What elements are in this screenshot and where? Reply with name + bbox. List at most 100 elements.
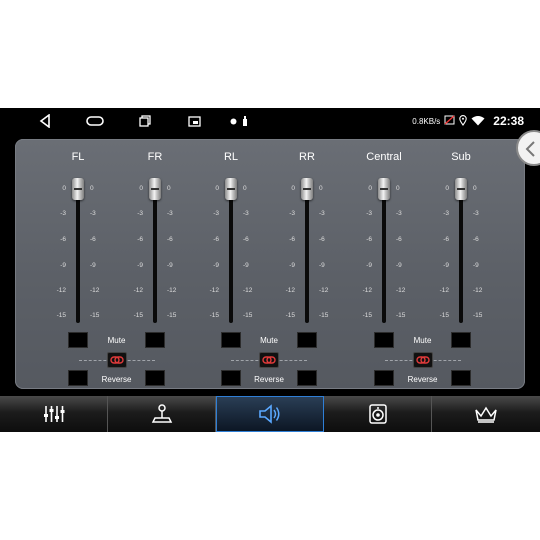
tab-equalizer[interactable] [0, 396, 108, 432]
fader-track[interactable] [305, 181, 309, 323]
scale-tick-right: -9 [473, 262, 479, 269]
scale-tick-right: -12 [473, 287, 483, 294]
scale-tick-left: -15 [209, 312, 219, 319]
tab-premium[interactable] [432, 396, 540, 432]
link-channels-button[interactable] [412, 352, 433, 368]
scale-tick-right: -6 [473, 236, 479, 243]
fader-track[interactable] [153, 181, 157, 323]
scale-tick-left: 0 [139, 185, 143, 192]
head-unit-screen: 0.8KB/s 22:38 FL 0 0 -3 -3 -6 -6 -9 -9 -12 -12 -15 -… [0, 108, 540, 432]
scale-tick-left: -12 [209, 287, 219, 294]
scale-tick-right: -9 [243, 262, 249, 269]
scale-tick-left: -6 [443, 236, 449, 243]
wifi-icon [471, 115, 485, 128]
channel-label: Central [366, 151, 402, 163]
back-icon[interactable] [38, 113, 52, 129]
subwoofer-icon [368, 404, 387, 424]
fader-track[interactable] [76, 181, 80, 323]
scale-tick-right: -3 [319, 210, 325, 217]
mute-label: Mute [413, 336, 432, 345]
scale-tick-left: -6 [213, 236, 219, 243]
reverse-toggle[interactable] [297, 370, 317, 386]
link-channels-button[interactable] [259, 352, 279, 368]
fader-knob[interactable] [225, 178, 237, 200]
joystick-balance-icon [151, 404, 172, 423]
home-icon[interactable] [85, 113, 105, 129]
recents-icon[interactable] [138, 113, 152, 129]
scale-tick-left: 0 [445, 185, 449, 192]
scale-tick-right: -3 [473, 210, 479, 217]
reverse-toggle[interactable] [145, 370, 165, 386]
mute-toggle[interactable] [221, 332, 241, 348]
scale-tick-left: -12 [285, 287, 295, 294]
scale-tick-left: -3 [137, 210, 143, 217]
scale-tick-right: 0 [396, 185, 400, 192]
crown-icon [475, 406, 497, 423]
scale-tick-left: -3 [443, 210, 449, 217]
scale-tick-right: -3 [396, 210, 402, 217]
mute-toggle[interactable] [68, 332, 88, 348]
scale-tick-right: -15 [396, 312, 406, 319]
scale-tick-right: -12 [167, 287, 177, 294]
reverse-toggle[interactable] [374, 370, 394, 386]
scale-tick-left: -12 [133, 287, 143, 294]
fader-knob[interactable] [455, 178, 467, 200]
mute-toggle[interactable] [145, 332, 165, 348]
scale-tick-right: -6 [243, 236, 249, 243]
scale-tick-left: -9 [366, 262, 372, 269]
scale-tick-left: -15 [133, 312, 143, 319]
scale-tick-left: -3 [289, 210, 295, 217]
notification-dot-icon [229, 113, 237, 129]
scale-tick-left: -15 [56, 312, 66, 319]
fader-knob[interactable] [301, 178, 313, 200]
mute-toggle[interactable] [451, 332, 471, 348]
scale-tick-left: -9 [60, 262, 66, 269]
scale-tick-right: -15 [167, 312, 177, 319]
scale-tick-right: -12 [90, 287, 100, 294]
scale-tick-left: -6 [137, 236, 143, 243]
scale-tick-left: -12 [439, 287, 449, 294]
link-channels-button[interactable] [106, 352, 127, 368]
fader-knob[interactable] [72, 178, 84, 200]
screen-mirror-icon[interactable] [187, 113, 201, 129]
scale-tick-right: -6 [396, 236, 402, 243]
scale-tick-left: -9 [213, 262, 219, 269]
scale-tick-right: -12 [396, 287, 406, 294]
reverse-toggle[interactable] [451, 370, 471, 386]
channel-label: FL [71, 151, 85, 163]
channel-label: RR [299, 151, 315, 163]
status-indicators: 0.8KB/s 22:38 [412, 108, 524, 134]
fader-knob[interactable] [378, 178, 390, 200]
link-icon [109, 356, 124, 364]
fader-knob[interactable] [149, 178, 161, 200]
scale-tick-right: 0 [319, 185, 323, 192]
scale-tick-left: -12 [362, 287, 372, 294]
scale-tick-right: 0 [167, 185, 171, 192]
scale-tick-left: -6 [60, 236, 66, 243]
fader-track[interactable] [382, 181, 386, 323]
scale-tick-right: 0 [90, 185, 94, 192]
fader-track[interactable] [229, 181, 233, 323]
scale-tick-right: -9 [319, 262, 325, 269]
fader-track[interactable] [459, 181, 463, 323]
scale-tick-left: -3 [60, 210, 66, 217]
status-bar: 0.8KB/s 22:38 [0, 108, 540, 134]
scale-tick-right: -6 [90, 236, 96, 243]
bottom-tab-bar [0, 396, 540, 432]
tab-speaker-levels[interactable] [216, 396, 324, 432]
tab-balance[interactable] [108, 396, 216, 432]
scale-tick-left: -9 [137, 262, 143, 269]
scale-tick-right: 0 [473, 185, 477, 192]
scale-tick-right: 0 [243, 185, 247, 192]
mute-toggle[interactable] [374, 332, 394, 348]
reverse-toggle[interactable] [68, 370, 88, 386]
scale-tick-left: 0 [368, 185, 372, 192]
link-icon [262, 356, 276, 364]
tab-subwoofer[interactable] [324, 396, 432, 432]
mute-toggle[interactable] [297, 332, 317, 348]
reverse-toggle[interactable] [221, 370, 241, 386]
scale-tick-right: -3 [90, 210, 96, 217]
channel-label: Sub [451, 151, 471, 163]
scale-tick-right: -9 [90, 262, 96, 269]
scale-tick-left: 0 [291, 185, 295, 192]
